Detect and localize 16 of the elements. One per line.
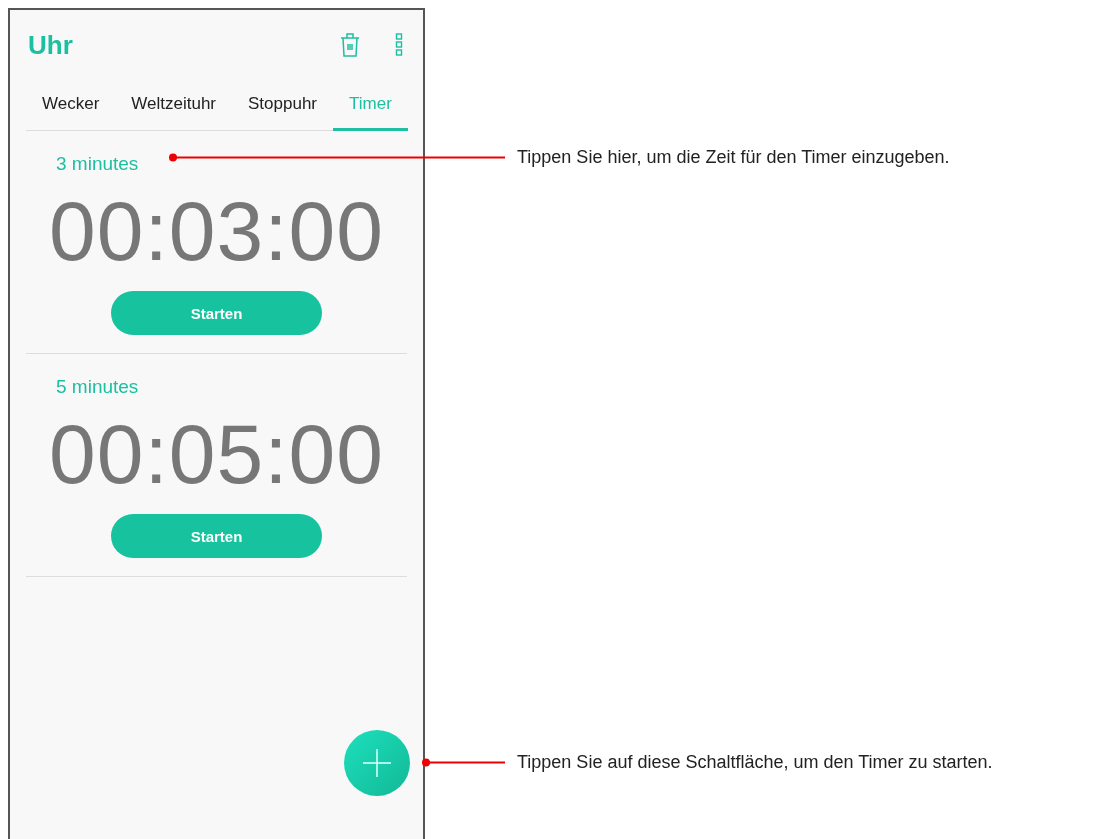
tab[interactable]: Wecker [26, 86, 116, 131]
app-title: Uhr [28, 29, 73, 61]
start-button[interactable]: Starten [111, 291, 322, 335]
callout-text: Tippen Sie hier, um die Zeit für den Timer einzugeben. [517, 146, 950, 168]
tab[interactable]: Timer [333, 86, 408, 131]
timer-time: 00:05:00 [49, 412, 384, 496]
start-button[interactable]: Starten [111, 514, 322, 558]
tab[interactable]: Weltzeituhr [115, 86, 233, 131]
timer-label[interactable]: 3 minutes [56, 153, 139, 175]
timer-label[interactable]: 5 minutes [56, 376, 139, 398]
more-menu-icon[interactable] [395, 32, 403, 58]
timer-time: 00:03:00 [49, 189, 384, 273]
plus-icon [362, 748, 392, 778]
callout-text: Tippen Sie auf diese Schaltfläche, um den Timer zu starten. [517, 751, 993, 773]
tab[interactable]: Stoppuhr [232, 86, 334, 131]
trash-icon[interactable] [339, 32, 361, 58]
